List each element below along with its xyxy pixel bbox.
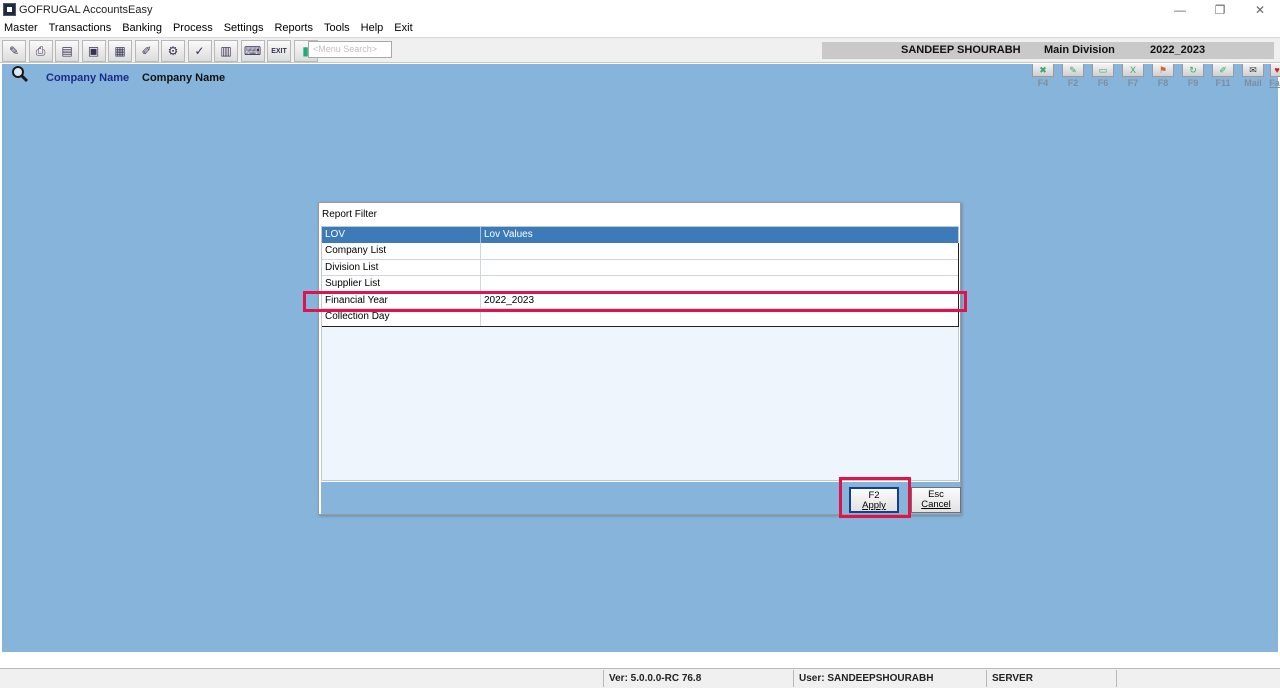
lov-name-cell: Collection Day [322,309,481,326]
toolbar: ✎ ⎙ ▤ ▣ ▦ ✐ ⚙ ✓ ▥ ⌨ EXIT ▮ <Menu Search>… [0,37,1280,63]
menu-settings[interactable]: Settings [224,22,264,34]
lov-grid: LOV Lov Values Company List Division Lis… [321,226,959,481]
fkey-f6[interactable]: ▭ F6 [1088,64,1118,90]
lov-name-cell: Financial Year [322,292,481,309]
dialog-title: Report Filter [322,209,378,220]
title-bar: GOFRUGAL AccountsEasy — ❐ ✕ [0,0,1280,19]
apply-button[interactable]: F2 Apply [849,487,899,513]
column-header-lov: LOV [322,227,481,243]
table-row[interactable]: Company List [322,243,958,260]
refresh-icon: ↻ [1182,64,1204,77]
status-version: Ver: 5.0.0.0-RC 76.8 [603,670,793,687]
fkey-f8[interactable]: ⚑ F8 [1148,64,1178,90]
mail-icon: ✉ [1242,64,1264,77]
function-key-bar: ✖F4 ✎F2 ▭F6 XF7 ⚑F8 ↻F9 ✐F11 ✉Mail ♥Fav [1028,64,1280,90]
status-empty [1116,670,1280,687]
company-name-value: Company Name [142,72,226,84]
toolbar-icons: ✎ ⎙ ▤ ▣ ▦ ✐ ⚙ ✓ ▥ ⌨ EXIT ▮ [2,40,320,62]
window-controls: — ❐ ✕ [1160,0,1280,19]
id-card-icon[interactable]: ▣ [81,40,106,62]
lov-value-cell[interactable] [481,276,487,292]
cancel-label: Cancel [921,499,951,510]
close-button[interactable]: ✕ [1240,0,1280,19]
table-row[interactable]: Supplier List [322,276,958,293]
session-info: SANDEEP SHOURABH Main Division 2022_2023 [822,42,1274,59]
fkey-mail[interactable]: ✉ Mail [1238,64,1268,90]
lov-name-cell: Division List [322,259,481,276]
report-filter-dialog: Report Filter LOV Lov Values Company Lis… [318,202,961,515]
company-name-label: Company Name [46,72,130,84]
session-year: 2022_2023 [1150,44,1206,56]
gear-doc-icon[interactable]: ⚙ [161,40,185,62]
menu-search-input[interactable]: <Menu Search> [308,41,392,58]
printer-icon: ▭ [1092,64,1114,77]
menu-tools[interactable]: Tools [324,22,350,34]
lov-name-cell: Company List [322,243,481,259]
print-icon[interactable]: ⎙ [28,40,53,62]
lov-value-cell[interactable]: 2022_2023 [481,293,537,309]
lov-value-cell[interactable] [481,260,487,276]
status-user: User: SANDEEPSHOURABH [793,670,986,687]
chart-edit-icon[interactable]: ✓ [187,40,212,62]
fkey-f9[interactable]: ↻ F9 [1178,64,1208,90]
fkey-f7[interactable]: X F7 [1118,64,1148,90]
column-header-lov-values: Lov Values [484,229,533,240]
exit-icon[interactable]: EXIT [267,40,291,62]
fkey-fav[interactable]: ♥Fav [1268,64,1280,90]
dialog-footer: F2 Apply Esc Cancel [321,482,961,514]
table-row[interactable]: Division List [322,259,958,277]
edit-icon[interactable]: ✐ [134,40,159,62]
fkey-f2[interactable]: ✎ F2 [1058,64,1088,90]
table-row[interactable]: Financial Year 2022_2023 [322,292,958,310]
menu-reports[interactable]: Reports [274,22,313,34]
restore-button[interactable]: ❐ [1200,0,1240,19]
app-icon [3,3,16,16]
menu-master[interactable]: Master [4,22,38,34]
lov-name-cell: Supplier List [322,276,481,292]
menu-exit[interactable]: Exit [394,22,412,34]
search-icon[interactable] [11,65,29,83]
pencil-icon[interactable]: ✎ [2,40,26,62]
favorite-icon: ♥ [1270,64,1280,77]
fkey-f4[interactable]: ✖ F4 [1028,64,1058,90]
lov-value-cell[interactable] [481,243,487,259]
session-user: SANDEEP SHOURABH [901,44,1021,56]
menu-transactions[interactable]: Transactions [49,22,112,34]
tools-icon: ✖ [1032,64,1054,77]
lov-value-cell[interactable] [481,309,487,326]
fkey-f11[interactable]: ✐ F11 [1208,64,1238,90]
grid-header: LOV Lov Values [322,227,958,243]
cancel-button[interactable]: Esc Cancel [911,487,961,513]
window-title: GOFRUGAL AccountsEasy [19,3,153,16]
apply-label: Apply [862,500,886,511]
menu-process[interactable]: Process [173,22,213,34]
menu-help[interactable]: Help [361,22,384,34]
status-server: SERVER [986,670,1116,687]
keyboard-icon[interactable]: ⌨ [240,40,265,62]
grid-rows: Company List Division List Supplier List… [322,243,959,327]
grid-icon[interactable]: ▥ [214,40,238,62]
table-row[interactable]: Collection Day [322,309,958,326]
menu-banking[interactable]: Banking [122,22,162,34]
minimize-button[interactable]: — [1160,0,1200,19]
box-icon[interactable]: ▦ [108,40,132,62]
book-icon[interactable]: ▤ [55,40,79,62]
excel-icon: X [1122,64,1144,77]
pen-icon: ✎ [1062,64,1084,77]
menu-bar: Master Transactions Banking Process Sett… [0,19,1280,36]
status-bar: Ver: 5.0.0.0-RC 76.8 User: SANDEEPSHOURA… [0,668,1280,688]
session-division: Main Division [1044,44,1115,56]
note-icon: ✐ [1212,64,1234,77]
pdf-icon: ⚑ [1152,64,1174,77]
